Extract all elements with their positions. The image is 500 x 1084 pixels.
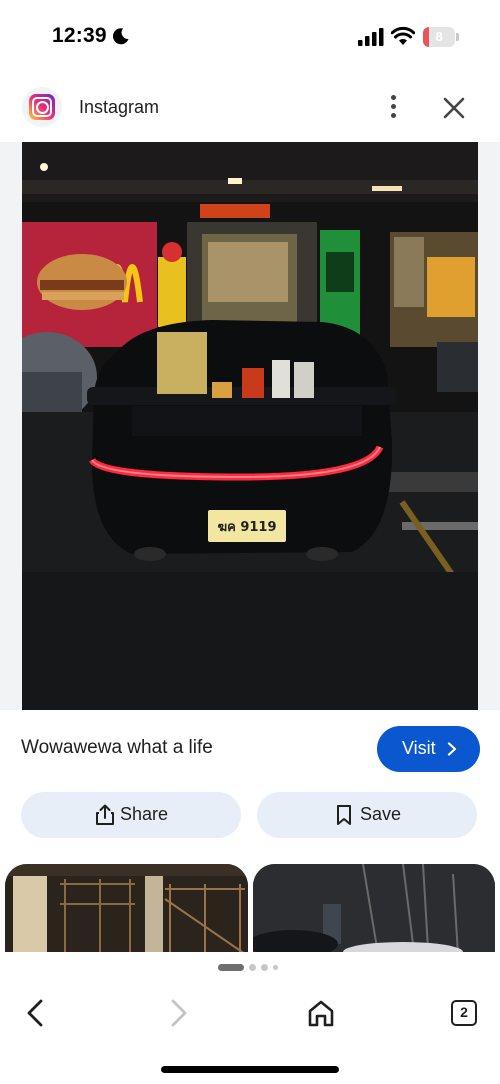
chevron-right-icon <box>447 742 457 756</box>
tabs-icon[interactable]: 2 <box>451 1000 477 1026</box>
result-caption: Wowawewa what a life <box>21 737 213 758</box>
result-image[interactable]: ฆค 9119 <box>22 142 478 710</box>
back-icon[interactable] <box>22 998 50 1028</box>
app-name[interactable]: Instagram <box>79 97 159 118</box>
wifi-icon <box>391 26 415 45</box>
save-button[interactable]: Save <box>257 792 477 838</box>
instagram-logo-icon[interactable] <box>22 87 62 127</box>
share-icon <box>96 804 114 825</box>
page-dot <box>273 965 278 970</box>
app-header: Instagram <box>0 70 500 142</box>
share-button-label: Share <box>120 804 169 824</box>
bookmark-icon <box>337 805 351 825</box>
share-button[interactable]: Share <box>21 792 241 838</box>
page-dot-active <box>218 964 244 971</box>
svg-text:ฆค 9119: ฆค 9119 <box>217 520 276 535</box>
related-image-1[interactable] <box>5 864 248 952</box>
page-dot <box>261 964 268 971</box>
visit-button-label: Visit <box>402 738 436 758</box>
status-bar: 12:39 8 <box>0 0 500 70</box>
home-icon[interactable] <box>306 998 336 1028</box>
more-vert-icon[interactable] <box>380 92 408 122</box>
page-indicator <box>218 964 288 972</box>
battery-icon: 8 <box>423 27 459 47</box>
forward-icon[interactable] <box>164 998 192 1028</box>
battery-level: 8 <box>435 29 443 44</box>
moon-icon <box>112 28 129 45</box>
home-indicator[interactable] <box>161 1066 339 1073</box>
page-dot <box>249 964 256 971</box>
related-results <box>0 864 500 952</box>
close-icon[interactable] <box>440 94 468 122</box>
status-time: 12:39 <box>52 24 107 47</box>
photo-container: ฆค 9119 <box>0 142 500 710</box>
save-button-label: Save <box>360 804 402 824</box>
bottom-nav: 2 <box>0 952 500 1084</box>
related-image-2[interactable] <box>253 864 495 952</box>
visit-button[interactable]: Visit <box>377 726 480 772</box>
signal-icon <box>358 28 384 46</box>
